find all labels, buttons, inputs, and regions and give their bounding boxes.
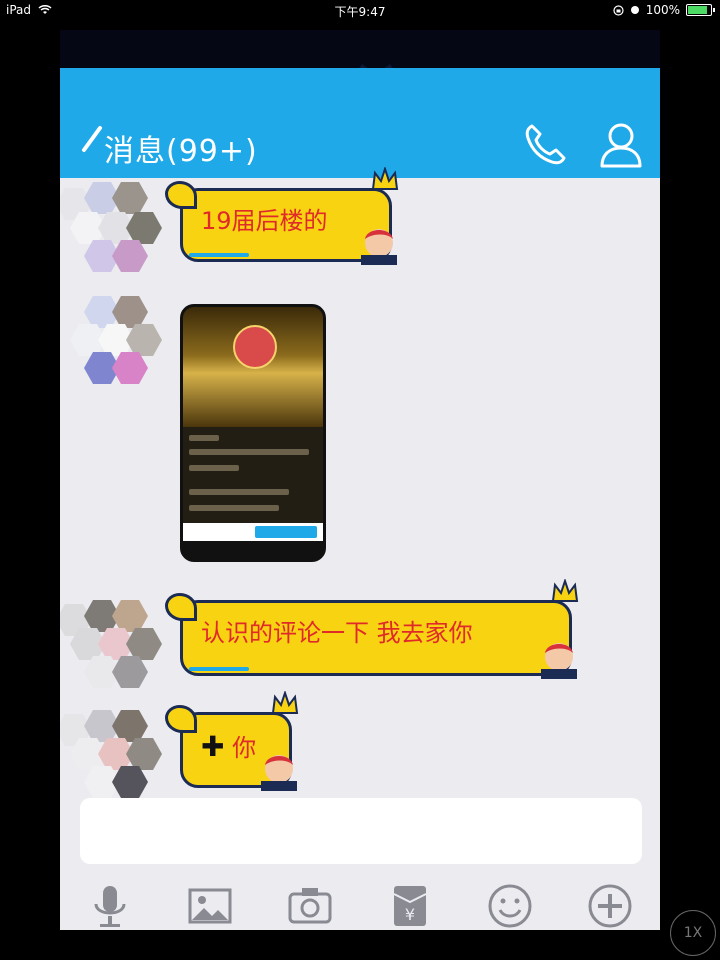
message-text: 19届后楼的	[201, 207, 328, 235]
plus-icon[interactable]	[586, 882, 634, 930]
svg-text:¥: ¥	[405, 905, 415, 924]
lock-rotation-icon	[613, 4, 624, 16]
battery-percent: 100%	[645, 3, 680, 17]
status-right: 100%	[613, 3, 715, 17]
crown-icon	[551, 579, 579, 602]
image-icon[interactable]	[186, 882, 234, 930]
avatar[interactable]	[60, 180, 162, 278]
status-bar: iPad 下午9:47 100%	[0, 0, 720, 22]
battery-icon	[686, 4, 715, 16]
message-text: 你	[232, 734, 257, 762]
image-message[interactable]	[180, 304, 326, 562]
message-bubble[interactable]: 认识的评论一下 我去家你	[165, 579, 579, 679]
chat-area[interactable]: 19届后楼的 认识的评论一下 我去家你 ✚ 你 ¥	[60, 167, 660, 930]
message-input[interactable]	[80, 798, 642, 864]
zoom-button[interactable]: 1X	[670, 910, 716, 956]
back-icon[interactable]	[78, 124, 104, 160]
red-envelope-icon[interactable]: ¥	[386, 882, 434, 930]
sticker-face-icon	[361, 229, 397, 265]
chat-app: 消息(99+) 19届后楼的 认识的评论一下 我去家你 ✚ 你 ¥	[60, 30, 660, 930]
avatar[interactable]	[60, 708, 162, 806]
crown-icon	[371, 167, 399, 190]
message-text: 认识的评论一下 我去家你	[201, 619, 473, 647]
plus-symbol: ✚	[201, 730, 225, 763]
emoji-icon[interactable]	[486, 882, 534, 930]
message-bubble[interactable]: ✚ 你	[165, 691, 299, 791]
avatar[interactable]	[60, 294, 162, 392]
crown-icon	[271, 691, 299, 714]
alarm-icon	[630, 6, 639, 14]
chat-title[interactable]: 消息(99+)	[104, 126, 258, 170]
sticker-face-icon	[261, 755, 297, 791]
user-profile-icon[interactable]	[598, 120, 644, 170]
profile-avatar-image	[233, 325, 277, 369]
avatar[interactable]	[60, 598, 162, 696]
sticker-face-icon	[541, 643, 577, 679]
phone-icon[interactable]	[520, 120, 570, 170]
chat-header: 消息(99+)	[60, 68, 660, 178]
input-toolbar: ¥	[60, 868, 660, 930]
message-bubble[interactable]: 19届后楼的	[165, 167, 399, 265]
camera-icon[interactable]	[286, 882, 334, 930]
mic-icon[interactable]	[86, 882, 134, 930]
